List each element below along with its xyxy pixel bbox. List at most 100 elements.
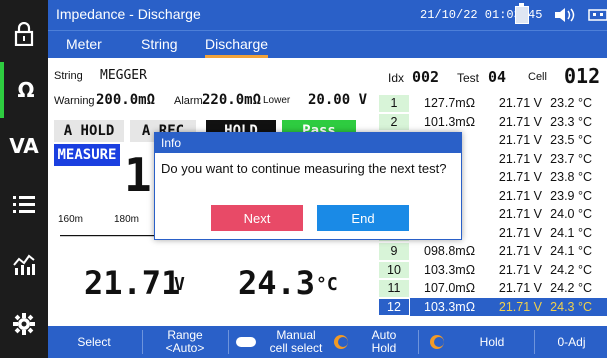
table-row[interactable]: 9 098.8mΩ 21.71 V 24.1 °C xyxy=(378,242,607,261)
row-temperature: 24.1 °C xyxy=(550,244,592,258)
table-header: Idx 002 Test 04 Cell 012 xyxy=(378,58,607,94)
temperature-unit: °C xyxy=(316,274,338,295)
dialog-title: Info xyxy=(155,133,461,153)
idx-value: 002 xyxy=(412,68,440,86)
manual-label-2: cell select xyxy=(269,341,323,355)
table-row-selected[interactable]: 12 103.3mΩ 21.71 V 24.3 °C xyxy=(378,297,607,316)
test-value: 04 xyxy=(488,68,507,86)
table-row[interactable]: 10 103.3mΩ 21.71 V 24.2 °C xyxy=(378,260,607,279)
toolbar-separator xyxy=(534,330,535,354)
row-index: 12 xyxy=(378,297,410,316)
row-resistance: 101.3mΩ xyxy=(424,114,476,129)
range-value: <Auto> xyxy=(165,341,205,355)
row-temperature: 24.0 °C xyxy=(550,207,592,221)
select-button[interactable]: Select xyxy=(48,326,140,358)
row-index: 9 xyxy=(378,242,410,261)
row-voltage: 21.71 V xyxy=(498,281,542,295)
row-voltage: 21.71 V xyxy=(498,151,542,166)
row-resistance: 127.7mΩ xyxy=(424,96,476,110)
toolbar-separator xyxy=(228,330,229,354)
row-temperature: 23.5 °C xyxy=(550,133,592,147)
row-index: 11 xyxy=(378,279,410,298)
va-icon: VA xyxy=(9,134,39,158)
row-voltage: 21.71 V xyxy=(498,225,542,240)
hold-bottom-label: Hold xyxy=(479,334,505,349)
row-voltage: 21.71 V xyxy=(498,244,542,258)
voltage-value: 21.71 xyxy=(84,264,181,302)
string-label: String xyxy=(54,70,83,82)
row-voltage: 21.71 V xyxy=(498,96,542,110)
scale-label-180m: 180m xyxy=(114,214,140,225)
row-voltage: 21.71 V xyxy=(498,170,542,184)
scale-label-160m: 160m xyxy=(58,214,84,225)
bottom-toolbar: Select Range <Auto> Manual cell select A… xyxy=(48,326,607,358)
cell-label: Cell xyxy=(528,71,547,83)
row-voltage: 21.71 V xyxy=(498,299,542,314)
tab-bar: Meter String Discharge xyxy=(48,30,607,58)
warning-label: Warning xyxy=(54,95,95,107)
table-row[interactable]: 2 101.3mΩ 21.71 V 23.3 °C xyxy=(378,112,607,131)
title-bar: Impedance - Discharge 21/10/22 01:03:45 xyxy=(48,0,607,30)
a-hold-button[interactable]: A HOLD xyxy=(54,120,124,142)
alarm-value: 220.0mΩ xyxy=(202,92,262,108)
chart-icon[interactable] xyxy=(0,236,48,292)
dialog-message: Do you want to continue measuring the ne… xyxy=(161,161,447,176)
tab-discharge[interactable]: Discharge xyxy=(205,36,269,58)
row-voltage: 21.71 V xyxy=(498,207,542,221)
temperature-value: 24.3 xyxy=(238,264,316,302)
auto-label-2: Hold xyxy=(371,341,397,355)
hold-toggle-icon[interactable] xyxy=(430,335,444,349)
table-row[interactable]: 1 127.7mΩ 21.71 V 23.2 °C xyxy=(378,94,607,113)
auto-hold-toggle-icon[interactable] xyxy=(334,335,348,349)
row-voltage: 21.71 V xyxy=(498,262,542,277)
sidebar-item-impedance[interactable]: Ω xyxy=(0,62,48,118)
table-row[interactable]: 11 107.0mΩ 21.71 V 24.2 °C xyxy=(378,279,607,298)
row-resistance: 107.0mΩ xyxy=(424,281,476,295)
end-button[interactable]: End xyxy=(317,205,409,231)
lower-label: Lower xyxy=(263,95,291,106)
sidebar-item-va[interactable]: VA xyxy=(0,118,48,174)
row-resistance: 098.8mΩ xyxy=(424,244,476,258)
row-index: 10 xyxy=(378,260,410,279)
omega-icon: Ω xyxy=(17,78,35,102)
row-temperature: 24.1 °C xyxy=(550,225,592,240)
toolbar-separator xyxy=(418,330,419,354)
tab-meter[interactable]: Meter xyxy=(66,36,102,52)
row-temperature: 23.2 °C xyxy=(550,96,592,110)
string-value: MEGGER xyxy=(100,68,147,83)
auto-hold-button[interactable]: Auto Hold xyxy=(354,326,414,358)
range-button[interactable]: Range <Auto> xyxy=(144,326,226,358)
row-voltage: 21.71 V xyxy=(498,114,542,129)
lower-value: 20.00 V xyxy=(308,92,368,108)
lock-icon[interactable] xyxy=(0,6,48,62)
impedance-reading: 1 xyxy=(124,148,152,202)
voltage-unit: V xyxy=(174,274,185,295)
row-temperature: 24.2 °C xyxy=(550,262,592,277)
row-index: 1 xyxy=(378,94,410,113)
page-title: Impedance - Discharge xyxy=(56,6,201,22)
next-button[interactable]: Next xyxy=(211,205,303,231)
alarm-label: Alarm xyxy=(174,95,203,107)
info-dialog: Info Do you want to continue measuring t… xyxy=(154,132,462,240)
row-voltage: 21.71 V xyxy=(498,133,542,147)
zero-adjust-button[interactable]: 0-Adj xyxy=(536,326,607,358)
battery-icon xyxy=(515,3,529,24)
measure-badge: MEASURE xyxy=(54,144,120,166)
row-index: 2 xyxy=(378,112,410,131)
manual-toggle-icon[interactable] xyxy=(236,337,256,347)
manual-cell-select-button[interactable]: Manual cell select xyxy=(258,326,334,358)
list-icon[interactable] xyxy=(0,176,48,232)
toolbar-separator xyxy=(142,330,143,354)
hold-bottom-button[interactable]: Hold xyxy=(452,326,532,358)
idx-label: Idx xyxy=(388,71,405,85)
settings-gear-icon[interactable] xyxy=(0,296,48,352)
warning-value: 200.0mΩ xyxy=(96,92,156,108)
tab-string[interactable]: String xyxy=(141,36,178,52)
row-temperature: 23.7 °C xyxy=(550,151,592,166)
usb-icon xyxy=(588,7,607,28)
row-temperature: 23.8 °C xyxy=(550,170,592,184)
speaker-icon[interactable] xyxy=(555,7,581,28)
cell-value: 012 xyxy=(564,64,601,88)
row-temperature: 23.9 °C xyxy=(550,188,592,203)
row-voltage: 21.71 V xyxy=(498,188,542,203)
